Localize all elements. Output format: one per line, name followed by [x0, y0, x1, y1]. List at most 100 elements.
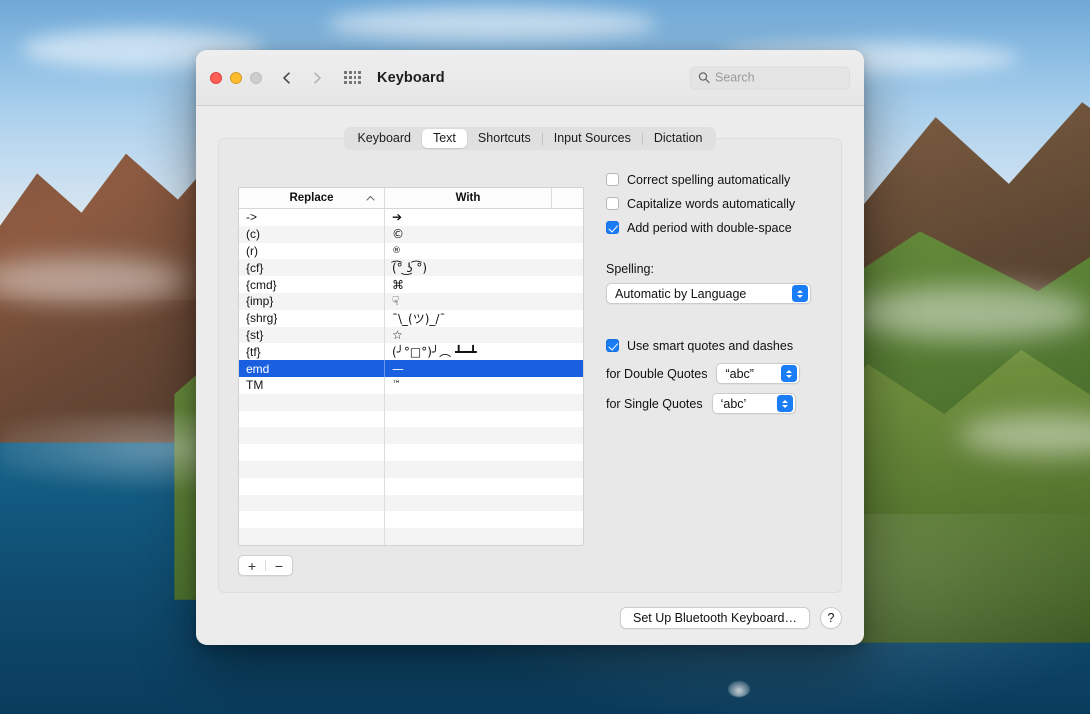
cell-with: ☟ — [385, 293, 583, 310]
cell-with: ¯\_(ツ)_/¯ — [385, 310, 583, 327]
table-row[interactable]: {shrg}¯\_(ツ)_/¯ — [239, 310, 583, 327]
table-row[interactable]: {tf}(╯°□°)╯︵ ┻━┻ — [239, 343, 583, 360]
chevron-updown-icon — [792, 285, 808, 302]
help-button[interactable]: ? — [820, 607, 842, 629]
cell-with — [385, 427, 583, 444]
set-up-bluetooth-keyboard-button[interactable]: Set Up Bluetooth Keyboard… — [620, 607, 810, 629]
table-row-empty[interactable] — [239, 511, 583, 528]
cell-replace — [239, 478, 385, 495]
table-body: ->➔(c)©(r)®{cf}(͡° ͜ʖ ͡°){cmd}⌘{imp}☟{sh… — [239, 209, 583, 546]
table-row-empty[interactable] — [239, 411, 583, 428]
cell-replace: (c) — [239, 226, 385, 243]
table-row[interactable]: (c)© — [239, 226, 583, 243]
correct-spelling-row[interactable]: Correct spelling automatically — [606, 171, 856, 188]
cell-with: ® — [385, 243, 583, 260]
add-period-checkbox[interactable] — [606, 221, 619, 234]
chevron-updown-icon — [781, 365, 797, 382]
capitalize-words-row[interactable]: Capitalize words automatically — [606, 195, 856, 212]
table-row[interactable]: TM™ — [239, 377, 583, 394]
cell-replace: TM — [239, 377, 385, 394]
capitalize-words-checkbox[interactable] — [606, 197, 619, 210]
correct-spelling-label: Correct spelling automatically — [627, 173, 790, 187]
window-footer: Set Up Bluetooth Keyboard… ? — [620, 607, 842, 629]
cell-with: (͡° ͜ʖ ͡°) — [385, 259, 583, 276]
cell-replace — [239, 545, 385, 546]
back-chevron-icon[interactable] — [280, 71, 294, 85]
table-row[interactable]: {st}☆ — [239, 327, 583, 344]
table-row[interactable]: emd— — [239, 360, 583, 377]
cell-replace: {imp} — [239, 293, 385, 310]
remove-substitution-button[interactable]: − — [266, 556, 292, 575]
chevron-updown-icon — [777, 395, 793, 412]
table-row-empty[interactable] — [239, 444, 583, 461]
search-field[interactable] — [690, 66, 850, 89]
cell-replace — [239, 461, 385, 478]
sort-ascending-icon — [366, 192, 375, 204]
double-quotes-popup-button[interactable]: “abc” — [716, 363, 800, 384]
table-row-empty[interactable] — [239, 495, 583, 512]
cell-replace — [239, 528, 385, 545]
spelling-popup-button[interactable]: Automatic by Language — [606, 283, 811, 304]
table-header-row: Replace With — [239, 188, 583, 209]
cell-replace — [239, 394, 385, 411]
tab-text[interactable]: Text — [422, 129, 467, 148]
show-all-grid-icon[interactable] — [344, 71, 361, 84]
smart-quotes-group: Use smart quotes and dashes for Double Q… — [606, 337, 856, 414]
table-row-empty[interactable] — [239, 427, 583, 444]
smart-quotes-row[interactable]: Use smart quotes and dashes — [606, 337, 856, 354]
double-quotes-value: “abc” — [725, 367, 775, 381]
single-quotes-label: for Single Quotes — [606, 397, 703, 411]
add-period-label: Add period with double-space — [627, 221, 792, 235]
table-row-empty[interactable] — [239, 461, 583, 478]
tab-dictation[interactable]: Dictation — [643, 129, 714, 148]
cell-replace: -> — [239, 209, 385, 226]
cell-with — [385, 511, 583, 528]
smart-quotes-checkbox[interactable] — [606, 339, 619, 352]
add-substitution-button[interactable]: + — [239, 556, 265, 575]
single-quotes-popup-button[interactable]: ‘abc’ — [712, 393, 796, 414]
wallpaper-cloud — [327, 7, 657, 41]
close-button[interactable] — [210, 72, 222, 84]
cell-replace: {tf} — [239, 343, 385, 360]
spelling-section-label: Spelling: — [606, 262, 856, 276]
add-period-row[interactable]: Add period with double-space — [606, 219, 856, 236]
table-row[interactable]: {cf}(͡° ͜ʖ ͡°) — [239, 259, 583, 276]
navigation-buttons — [280, 71, 324, 85]
cell-with: ™ — [385, 377, 583, 394]
forward-chevron-icon[interactable] — [310, 71, 324, 85]
keyboard-preferences-window: Keyboard Keyboard Text Shortcuts — [196, 50, 864, 645]
cell-replace: emd — [239, 360, 385, 377]
table-row-empty[interactable] — [239, 478, 583, 495]
cell-replace — [239, 495, 385, 512]
tab-input-sources[interactable]: Input Sources — [543, 129, 642, 148]
column-header-replace-label: Replace — [289, 192, 333, 204]
table-row[interactable]: (r)® — [239, 243, 583, 260]
cell-with: (╯°□°)╯︵ ┻━┻ — [385, 343, 583, 360]
search-input[interactable] — [715, 71, 842, 85]
minimize-button[interactable] — [230, 72, 242, 84]
cell-replace — [239, 444, 385, 461]
cell-with: ☆ — [385, 327, 583, 344]
cell-replace: {cmd} — [239, 276, 385, 293]
table-row-empty[interactable] — [239, 545, 583, 546]
smart-quotes-label: Use smart quotes and dashes — [627, 339, 793, 353]
table-row-empty[interactable] — [239, 528, 583, 545]
column-header-with[interactable]: With — [385, 188, 552, 208]
capitalize-words-label: Capitalize words automatically — [627, 197, 795, 211]
tab-keyboard[interactable]: Keyboard — [346, 129, 422, 148]
table-row[interactable]: {imp}☟ — [239, 293, 583, 310]
tab-shortcuts[interactable]: Shortcuts — [467, 129, 542, 148]
cell-replace — [239, 411, 385, 428]
table-row[interactable]: {cmd}⌘ — [239, 276, 583, 293]
cell-with — [385, 478, 583, 495]
zoom-button[interactable] — [250, 72, 262, 84]
table-row-empty[interactable] — [239, 394, 583, 411]
cell-with — [385, 495, 583, 512]
column-header-replace[interactable]: Replace — [239, 188, 385, 208]
cell-with — [385, 394, 583, 411]
substitutions-table[interactable]: Replace With ->➔(c)©(r)®{cf}(͡° ͜ʖ ͡°){c… — [238, 187, 584, 546]
cell-with — [385, 461, 583, 478]
double-quotes-label: for Double Quotes — [606, 367, 707, 381]
correct-spelling-checkbox[interactable] — [606, 173, 619, 186]
table-row[interactable]: ->➔ — [239, 209, 583, 226]
